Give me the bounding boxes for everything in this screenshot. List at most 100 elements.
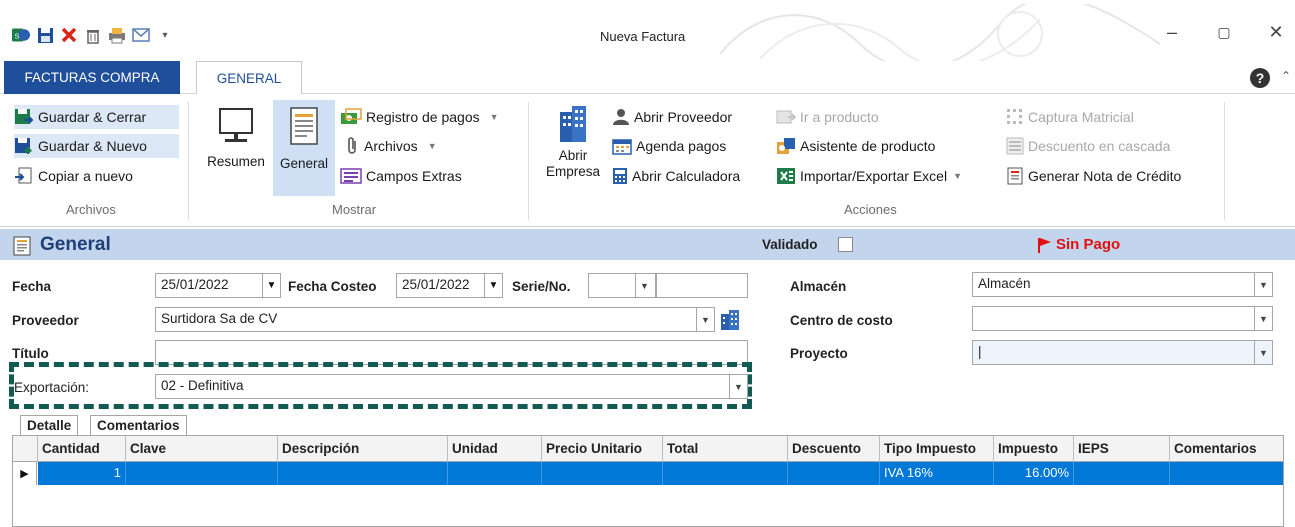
cell-comentarios[interactable] — [1170, 462, 1283, 485]
column-header[interactable]: Clave — [126, 436, 278, 462]
cell-cantidad[interactable]: 1 — [38, 462, 126, 485]
agenda-pagos-label: Agenda pagos — [636, 138, 727, 154]
maximize-button[interactable]: ▢ — [1213, 24, 1235, 41]
general-view-button[interactable]: General — [273, 100, 335, 196]
close-red-icon[interactable] — [60, 26, 78, 44]
tab-facturas-compra[interactable]: FACTURAS COMPRA — [4, 61, 180, 94]
fecha-field[interactable]: 25/01/2022 ▼ — [155, 273, 281, 298]
titulo-label: Título — [12, 346, 49, 361]
fecha-costeo-value: 25/01/2022 — [402, 277, 470, 292]
chevron-down-icon[interactable]: ▼ — [729, 375, 747, 398]
column-header[interactable]: Unidad — [448, 436, 542, 462]
ir-producto-button[interactable]: Ir a producto — [776, 105, 879, 129]
validado-label: Validado — [762, 237, 818, 252]
fecha-costeo-field[interactable]: 25/01/2022 ▼ — [396, 273, 503, 298]
chevron-down-icon[interactable]: ▼ — [696, 308, 714, 331]
importar-exportar-button[interactable]: Importar/Exportar Excel ▼ — [776, 164, 962, 188]
close-button[interactable]: ✕ — [1265, 22, 1287, 43]
column-header[interactable]: Descuento — [788, 436, 880, 462]
collapse-ribbon-icon[interactable]: ⌃ — [1281, 69, 1291, 83]
chevron-down-icon: ▼ — [489, 112, 499, 122]
svg-text:S: S — [14, 31, 19, 40]
print-icon[interactable] — [108, 26, 126, 44]
building-icon[interactable] — [719, 309, 741, 334]
abrir-calculadora-button[interactable]: Abrir Calculadora — [612, 164, 740, 188]
validado-checkbox[interactable] — [838, 237, 853, 252]
proveedor-field[interactable]: Surtidora Sa de CV ▼ — [155, 307, 715, 332]
proyecto-field[interactable]: | ▼ — [972, 340, 1273, 365]
customize-dropdown-icon[interactable]: ▾ — [156, 26, 174, 44]
generar-nota-credito-button[interactable]: Generar Nota de Crédito — [1006, 164, 1181, 188]
archivos-adjuntos-button[interactable]: Archivos ▼ — [346, 134, 437, 158]
column-header[interactable]: Tipo Impuesto — [880, 436, 994, 462]
minimize-button[interactable]: – — [1161, 22, 1183, 43]
excel-icon — [777, 168, 795, 184]
table-row[interactable]: ▶ 1 IVA 16% 16.00% — [13, 462, 1283, 485]
asistente-producto-button[interactable]: Asistente de producto — [776, 134, 935, 158]
abrir-proveedor-button[interactable]: Abrir Proveedor — [612, 105, 732, 129]
column-header[interactable]: Impuesto — [994, 436, 1074, 462]
column-header[interactable]: Cantidad — [38, 436, 126, 462]
cell-impuesto[interactable]: 16.00% — [994, 462, 1074, 485]
cell-descripcion[interactable] — [278, 462, 448, 485]
cell-descuento[interactable] — [788, 462, 880, 485]
tab-detalle[interactable]: Detalle — [20, 415, 79, 435]
generar-nota-credito-label: Generar Nota de Crédito — [1028, 168, 1182, 184]
product-link-icon — [776, 110, 796, 124]
help-icon[interactable]: ? — [1250, 68, 1270, 88]
chevron-down-icon[interactable]: ▼ — [635, 274, 653, 297]
column-header[interactable]: Precio Unitario — [542, 436, 663, 462]
registro-pagos-button[interactable]: Registro de pagos ▼ — [340, 105, 499, 129]
guardar-cerrar-label: Guardar & Cerrar — [38, 109, 147, 125]
tab-general[interactable]: GENERAL — [196, 61, 302, 95]
cell-clave[interactable] — [126, 462, 278, 485]
captura-matricial-button[interactable]: Captura Matricial — [1006, 105, 1134, 129]
tab-comentarios[interactable]: Comentarios — [90, 415, 187, 435]
cell-ieps[interactable] — [1074, 462, 1170, 485]
column-header[interactable]: Total — [663, 436, 788, 462]
chevron-down-icon[interactable]: ▼ — [1254, 273, 1272, 296]
save-icon[interactable] — [36, 26, 54, 44]
column-header[interactable]: Descripción — [278, 436, 448, 462]
descuento-cascada-button[interactable]: Descuento en cascada — [1006, 134, 1170, 158]
fecha-label: Fecha — [12, 279, 52, 294]
cell-unidad[interactable] — [448, 462, 542, 485]
exportacion-field[interactable]: 02 - Definitiva ▼ — [155, 374, 748, 399]
payments-icon — [341, 108, 362, 124]
resumen-label: Resumen — [207, 154, 265, 169]
chevron-down-icon[interactable]: ▼ — [262, 274, 280, 297]
cell-tipo-impuesto[interactable]: IVA 16% — [880, 462, 994, 485]
numero-field[interactable] — [656, 273, 748, 298]
copiar-nuevo-label: Copiar a nuevo — [38, 168, 133, 184]
abrir-empresa-button[interactable]: Abrir Empresa — [540, 104, 606, 198]
proveedor-label: Proveedor — [12, 313, 79, 328]
proveedor-value: Surtidora Sa de CV — [161, 311, 278, 326]
abrir-empresa-label-1: Abrir — [558, 148, 588, 163]
delete-icon[interactable] — [84, 26, 102, 44]
copiar-nuevo-button[interactable]: Copiar a nuevo — [14, 164, 133, 188]
abrir-calculadora-label: Abrir Calculadora — [632, 168, 741, 184]
group-separator — [528, 102, 529, 220]
email-icon[interactable] — [132, 26, 150, 44]
almacen-field[interactable]: Almacén ▼ — [972, 272, 1273, 297]
document-icon — [13, 236, 31, 256]
serie-field[interactable]: ▼ — [588, 273, 656, 298]
save-new-icon — [15, 138, 32, 154]
cell-total[interactable] — [663, 462, 788, 485]
guardar-cerrar-button[interactable]: Guardar & Cerrar — [14, 105, 179, 129]
column-header[interactable]: Comentarios — [1170, 436, 1283, 462]
campos-extras-button[interactable]: Campos Extras — [340, 164, 462, 188]
chevron-down-icon[interactable]: ▼ — [1254, 307, 1272, 330]
chevron-down-icon[interactable]: ▼ — [1254, 341, 1272, 364]
general-view-label: General — [279, 156, 329, 171]
resumen-button[interactable]: Resumen — [199, 106, 273, 196]
cell-precio-unitario[interactable] — [542, 462, 663, 485]
guardar-nuevo-button[interactable]: Guardar & Nuevo — [14, 134, 179, 158]
column-header[interactable]: IEPS — [1074, 436, 1170, 462]
agenda-pagos-button[interactable]: Agenda pagos — [612, 134, 726, 158]
group-label-acciones: Acciones — [844, 202, 897, 217]
chevron-down-icon[interactable]: ▼ — [484, 274, 502, 297]
registro-pagos-label: Registro de pagos — [366, 109, 480, 125]
app-logo-icon: S — [12, 26, 30, 44]
centro-costo-field[interactable]: ▼ — [972, 306, 1273, 331]
